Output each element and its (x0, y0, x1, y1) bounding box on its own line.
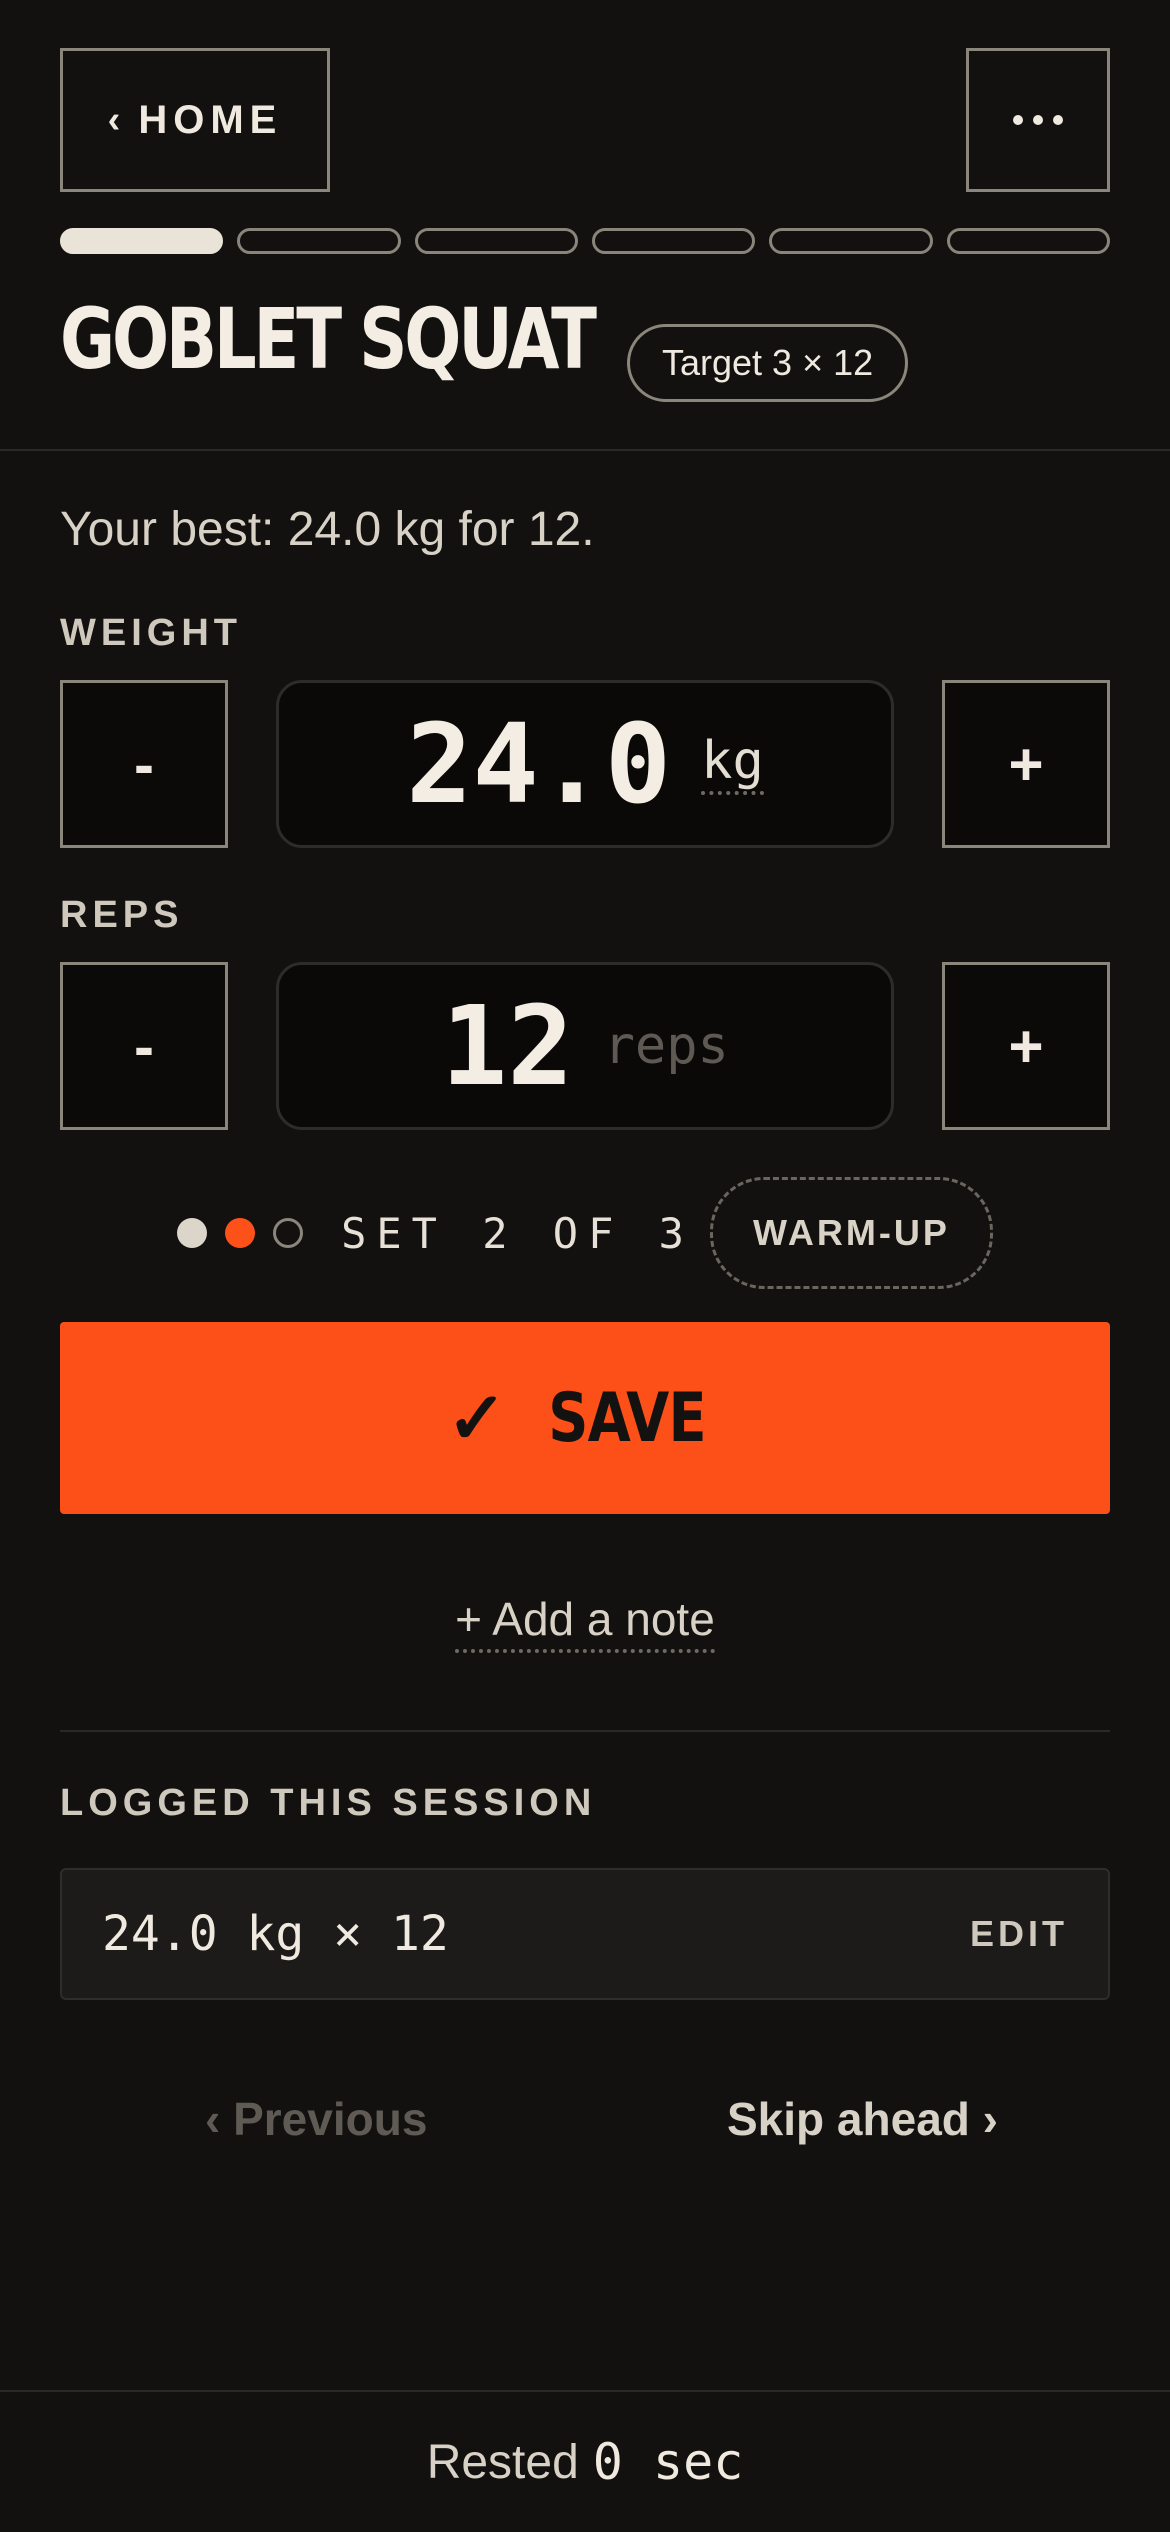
weight-unit-toggle[interactable]: kg (701, 733, 764, 795)
rest-timer-value: 0 sec (592, 2433, 744, 2491)
progress-segment (769, 228, 933, 254)
header-divider (0, 449, 1170, 451)
rest-timer-bar: Rested 0 sec (0, 2390, 1170, 2532)
weight-value: 24.0 (406, 700, 672, 828)
more-options-button[interactable] (966, 48, 1110, 192)
reps-unit: reps (603, 1016, 729, 1076)
set-dot-done (177, 1218, 208, 1248)
reps-increase-button[interactable]: + (942, 962, 1110, 1130)
edit-entry-button[interactable]: EDIT (970, 1913, 1068, 1955)
weight-increase-button[interactable]: + (942, 680, 1110, 848)
add-note-link[interactable]: + Add a note (455, 1593, 715, 1653)
exercise-title: GOBLET SQUAT (60, 290, 597, 388)
progress-segment (946, 228, 1110, 254)
section-divider (60, 1730, 1110, 1732)
weight-decrease-button[interactable]: - (60, 680, 228, 848)
warm-up-toggle[interactable]: WARM-UP (709, 1177, 993, 1289)
save-button[interactable]: ✓ SAVE (60, 1322, 1110, 1514)
checkmark-icon: ✓ (446, 1379, 508, 1459)
target-badge: Target 3 × 12 (627, 324, 909, 402)
weight-label: WEIGHT (60, 612, 242, 654)
home-button[interactable]: ‹ HOME (60, 48, 330, 192)
logged-entry-value: 24.0 kg × 12 (102, 1906, 449, 1962)
weight-value-field[interactable]: 24.0 kg (276, 680, 894, 848)
personal-best: Your best: 24.0 kg for 12. (60, 503, 595, 556)
progress-segment (60, 228, 224, 254)
reps-label: REPS (60, 894, 184, 936)
more-dots-icon (1013, 115, 1023, 125)
set-dot-pending (273, 1218, 304, 1248)
more-dots-icon (1033, 115, 1043, 125)
previous-button[interactable]: ‹ Previous (205, 2092, 427, 2146)
reps-value-field[interactable]: 12 reps (276, 962, 894, 1130)
set-dot-current (225, 1218, 256, 1248)
save-label: SAVE (548, 1378, 706, 1458)
reps-value: 12 (441, 982, 574, 1110)
more-dots-icon (1053, 115, 1063, 125)
set-counter: SET 2 OF 3 (341, 1208, 694, 1258)
skip-ahead-button[interactable]: Skip ahead › (727, 2092, 998, 2146)
add-note-container: + Add a note (0, 1592, 1170, 1653)
progress-segment (237, 228, 401, 254)
set-indicator: SET 2 OF 3 WARM-UP (0, 1177, 1170, 1289)
chevron-left-icon: ‹ (107, 98, 121, 141)
progress-segment (414, 228, 578, 254)
progress-segment (591, 228, 756, 254)
logged-entry: 24.0 kg × 12 EDIT (60, 1868, 1110, 2000)
logged-heading: LOGGED THIS SESSION (60, 1782, 597, 1824)
home-label: HOME (138, 97, 283, 142)
reps-decrease-button[interactable]: - (60, 962, 228, 1130)
rest-label: Rested (426, 2435, 579, 2489)
workout-progress (60, 228, 1110, 254)
